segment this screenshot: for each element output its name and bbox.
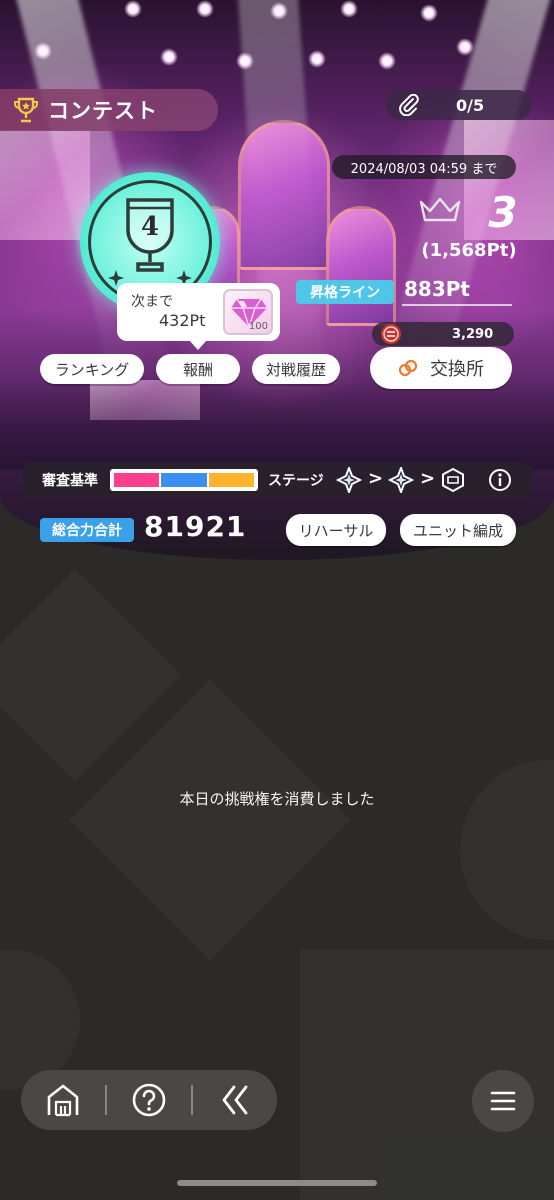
stage-screen: [0, 130, 90, 240]
back-button[interactable]: [193, 1070, 277, 1130]
coin-count: 3,290: [452, 326, 494, 342]
reward-item[interactable]: 100: [223, 289, 273, 335]
screen-title-bar: コンテスト: [0, 89, 218, 131]
deadline-text: 2024/08/03 04:59 まで: [350, 161, 498, 177]
coin-icon: [381, 324, 401, 344]
stage-spotlight: [196, 0, 214, 18]
trophy-icon: [14, 97, 38, 123]
criteria-color-2: [161, 473, 207, 487]
rank-points: (1,568Pt): [421, 240, 517, 261]
reward-button[interactable]: 報酬: [156, 354, 240, 384]
criteria-color-1: [114, 473, 160, 487]
back-icon: [222, 1085, 248, 1115]
challenge-ticket-counter: 0/5: [386, 90, 532, 120]
page-title: コンテスト: [48, 99, 158, 123]
next-grade-label: 次まで: [131, 294, 173, 310]
home-indicator: [177, 1180, 377, 1186]
home-icon: [47, 1084, 79, 1117]
battle-history-button[interactable]: 対戦履歴: [252, 354, 340, 384]
bottom-nav: [21, 1070, 277, 1130]
arrow-right-icon: >: [368, 468, 384, 489]
stage-spotlight: [160, 48, 178, 66]
promotion-line-label: 昇格ライン: [296, 280, 394, 304]
help-icon: [132, 1083, 166, 1117]
stage-sparkle-icon: [336, 467, 362, 493]
menu-button[interactable]: [472, 1070, 534, 1132]
background-shape: [0, 950, 80, 1090]
notice-text: 本日の挑戦権を消費しました: [179, 790, 375, 808]
total-power-label: 総合力合計: [40, 518, 134, 542]
rank-number: 3: [488, 188, 518, 237]
exchange-coin-counter: 3,290: [372, 322, 514, 346]
criteria-color-3: [208, 473, 254, 487]
stained-glass-window: [326, 206, 396, 326]
info-icon[interactable]: [488, 468, 512, 492]
stage-spotlight: [308, 50, 326, 68]
paperclip-icon: [399, 94, 419, 116]
divider: [402, 304, 512, 306]
unit-formation-button[interactable]: ユニット編成: [400, 514, 516, 546]
promotion-line-value: 883Pt: [404, 277, 470, 301]
exchange-icon: [398, 359, 418, 377]
next-grade-bubble: 次まで 432Pt 100: [117, 283, 280, 350]
stage-spotlight: [34, 42, 52, 60]
stage-floor: [0, 380, 554, 470]
background-shape: [460, 760, 554, 940]
criteria-label: 審査基準: [42, 473, 98, 489]
menu-icon: [490, 1091, 516, 1111]
stage-spotlight: [378, 52, 396, 70]
stained-glass-window: [238, 120, 330, 270]
stage-label: ステージ: [268, 473, 324, 489]
crown-icon: [419, 197, 461, 222]
help-button[interactable]: [107, 1070, 191, 1130]
stage-sparkle-icon: [388, 467, 414, 493]
arrow-right-icon: >: [420, 468, 436, 489]
rehearsal-button[interactable]: リハーサル: [286, 514, 386, 546]
stage-spotlight: [124, 0, 142, 18]
reward-quantity: 100: [248, 321, 268, 332]
exchange-label: 交換所: [430, 359, 484, 380]
judging-criteria-bar: 審査基準 ステージ > >: [22, 462, 532, 498]
total-power-value: 81921: [144, 510, 247, 543]
stage-spotlight: [340, 0, 358, 18]
home-button[interactable]: [21, 1070, 105, 1130]
stage-hexagon-icon: [442, 467, 464, 493]
grade-number: 4: [140, 212, 160, 242]
stage-spotlight: [270, 2, 288, 20]
ranking-button[interactable]: ランキング: [40, 354, 144, 384]
ticket-count: 0/5: [456, 95, 485, 115]
stage-spotlight: [236, 52, 254, 70]
exchange-button[interactable]: 交換所: [370, 347, 512, 389]
criteria-color-bars: [110, 469, 258, 491]
deadline-badge: 2024/08/03 04:59 まで: [332, 155, 516, 179]
stage-spotlight: [420, 4, 438, 22]
stage-spotlight: [456, 38, 474, 56]
next-grade-points: 432Pt: [159, 311, 206, 330]
